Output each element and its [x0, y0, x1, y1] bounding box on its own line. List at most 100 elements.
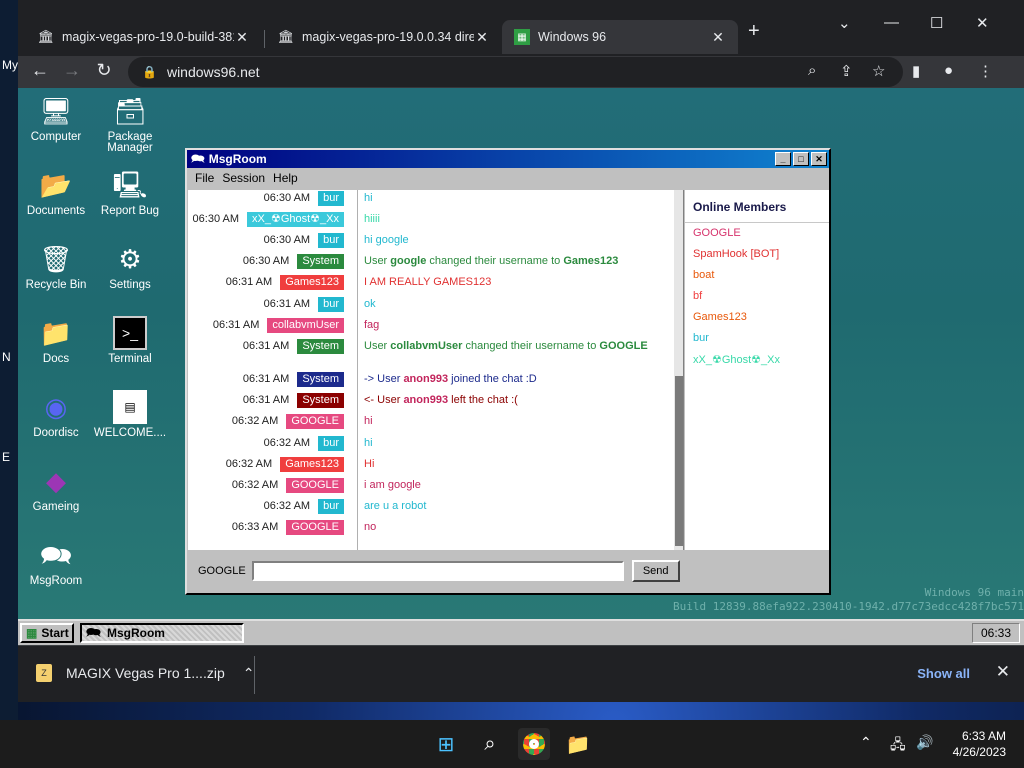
desktop-icon-report-bug[interactable]: 🖳 Report Bug — [92, 168, 168, 217]
message-username-badge[interactable]: System — [297, 339, 344, 354]
message-text-part: -> User — [364, 373, 404, 385]
close-tab-icon[interactable]: ✕ — [234, 29, 250, 46]
msgroom-titlebar[interactable]: 🗪 MsgRoom _ □ ✕ — [187, 150, 829, 168]
w96-taskbar: ▦ Start 🗪 MsgRoom 06:33 — [18, 619, 1024, 645]
message-username-badge[interactable]: GOOGLE — [286, 414, 344, 429]
message-username-badge[interactable]: bur — [318, 233, 344, 248]
desktop-icon-package-manager[interactable]: 🗃 Package Manager — [92, 94, 168, 154]
message-text: <- User anon993 left the chat :( — [364, 393, 664, 407]
chevron-up-icon[interactable]: ⌃ — [860, 734, 872, 751]
terminal-icon: >_ — [113, 316, 147, 350]
start-label: Start — [41, 626, 69, 640]
message-username-badge[interactable]: bur — [318, 436, 344, 451]
message-username-badge[interactable]: System — [297, 393, 344, 408]
message-text-part: Games123 — [563, 255, 618, 267]
desktop-icon-label: Gameing — [32, 501, 80, 513]
member-item[interactable]: SpamHook [BOT] — [685, 244, 829, 265]
zoom-search-icon[interactable]: ⌕ — [808, 62, 816, 79]
message-username-badge[interactable]: GOOGLE — [286, 520, 344, 535]
chat-message-row: 06:32 AM bur hi — [188, 436, 668, 457]
left-edge-text: N — [2, 350, 11, 364]
message-username-badge[interactable]: GOOGLE — [286, 478, 344, 493]
message-username-badge[interactable]: collabvmUser — [267, 318, 344, 333]
show-all-button[interactable]: Show all — [917, 666, 970, 681]
chat-message-row: 06:30 AM System User google changed their … — [188, 254, 668, 275]
message-username-badge[interactable]: Games123 — [280, 457, 344, 472]
new-tab-icon[interactable]: + — [748, 20, 760, 43]
member-item[interactable]: GOOGLE — [685, 223, 829, 244]
maximize-icon[interactable]: □ — [793, 152, 809, 166]
desktop-icon-terminal[interactable]: >_ Terminal — [92, 316, 168, 365]
message-text-part: google — [390, 255, 427, 267]
chevron-up-icon[interactable]: ⌃ — [243, 665, 255, 682]
member-item[interactable]: boat — [685, 265, 829, 286]
desktop-icon-recycle-bin[interactable]: 🗑 Recycle Bin — [18, 242, 94, 291]
member-item[interactable]: Games123 — [685, 307, 829, 328]
profile-icon[interactable]: ● — [944, 62, 953, 79]
tab-search-icon[interactable]: ⌄ — [838, 14, 851, 32]
message-username-badge[interactable]: bur — [318, 499, 344, 514]
message-username-badge[interactable]: bur — [318, 191, 344, 206]
message-username-badge[interactable]: Games123 — [280, 275, 344, 290]
desktop-icon-settings[interactable]: ⚙ Settings — [92, 242, 168, 291]
side-panel-icon[interactable]: ▮ — [912, 62, 920, 80]
close-icon[interactable]: ✕ — [811, 152, 827, 166]
windows-start-icon[interactable]: ⊞ — [430, 728, 462, 760]
desktop-icon-msgroom[interactable]: 🗪 MsgRoom — [18, 538, 94, 587]
download-item[interactable]: Z MAGIX Vegas Pro 1....zip ⌃ — [36, 664, 254, 682]
chat-messages-area[interactable]: 06:30 AM bur hi 06:30 AM xX_☢Ghost☢_Xx hiiii 0… — [188, 190, 684, 550]
desktop-icon-docs[interactable]: 📁 Docs — [18, 316, 94, 365]
museum-icon: 🏛 — [277, 29, 295, 44]
menu-file[interactable]: File — [191, 171, 218, 185]
desktop-icon-doordisc[interactable]: ◉ Doordisc — [18, 390, 94, 439]
minimize-icon[interactable]: _ — [775, 152, 791, 166]
member-item[interactable]: bur — [685, 328, 829, 349]
message-username-badge[interactable]: xX_☢Ghost☢_Xx — [247, 212, 344, 227]
minimize-icon[interactable]: — — [884, 14, 899, 31]
browser-tab-1[interactable]: 🏛 magix-vegas-pro-19.0-build-381 ✕ — [26, 20, 262, 54]
message-username-badge[interactable]: bur — [318, 297, 344, 312]
close-tab-icon[interactable]: ✕ — [710, 29, 726, 46]
close-tab-icon[interactable]: ✕ — [474, 29, 490, 46]
scrollbar-thumb[interactable] — [675, 376, 683, 546]
browser-tab-3-active[interactable]: ▦ Windows 96 ✕ — [502, 20, 738, 54]
address-bar[interactable]: 🔒 windows96.net — [128, 57, 903, 87]
forward-icon[interactable]: → — [60, 60, 84, 81]
message-text-part: GOOGLE — [599, 340, 648, 352]
taskbar-item-msgroom[interactable]: 🗪 MsgRoom — [80, 623, 244, 643]
file-explorer-icon[interactable]: 📁 — [562, 728, 594, 760]
volume-icon[interactable]: 🔊 — [916, 734, 933, 751]
browser-tab-2[interactable]: 🏛 magix-vegas-pro-19.0.0.34 direc ✕ — [266, 20, 502, 54]
member-item[interactable]: bf — [685, 286, 829, 307]
send-button[interactable]: Send — [631, 560, 680, 582]
start-button[interactable]: ▦ Start — [20, 623, 74, 643]
close-window-icon[interactable]: ✕ — [976, 14, 989, 32]
message-username-badge[interactable]: System — [297, 254, 344, 269]
desktop-icon-label: Documents — [26, 205, 86, 217]
menu-session[interactable]: Session — [218, 171, 269, 185]
maximize-icon[interactable]: ☐ — [930, 14, 943, 32]
back-icon[interactable]: ← — [28, 60, 52, 81]
member-item[interactable]: xX_☢Ghost☢_Xx — [685, 349, 829, 370]
desktop-icon-label: Package Manager — [107, 131, 153, 154]
network-icon[interactable]: 🖧 — [890, 734, 906, 758]
share-icon[interactable]: ⇪ — [840, 62, 853, 80]
message-input[interactable] — [251, 561, 624, 581]
system-clock[interactable]: 6:33 AM 4/26/2023 — [953, 728, 1006, 760]
menu-help[interactable]: Help — [269, 171, 302, 185]
message-username-badge[interactable]: System — [297, 372, 344, 387]
desktop-icon-welcome[interactable]: ▤ WELCOME.... — [92, 390, 168, 439]
menu-kebab-icon[interactable]: ⋮ — [978, 62, 993, 80]
desktop-icon-gameing[interactable]: ◆ Gameing — [18, 464, 94, 513]
reload-icon[interactable]: ↻ — [92, 60, 116, 81]
shelf-separator — [254, 656, 255, 694]
bookmark-star-icon[interactable]: ☆ — [872, 62, 885, 80]
chat-message-row: 06:30 AM bur hi google — [188, 233, 668, 254]
desktop-icon-documents[interactable]: 📂 Documents — [18, 168, 94, 217]
desktop-icon-computer[interactable]: 🖥 Computer — [18, 94, 94, 143]
close-shelf-icon[interactable]: ✕ — [996, 662, 1010, 682]
search-icon[interactable]: ⌕ — [474, 728, 506, 760]
chat-scrollbar[interactable] — [674, 190, 683, 550]
computer-icon: 🖥 — [39, 95, 73, 126]
chrome-icon[interactable] — [518, 728, 550, 760]
